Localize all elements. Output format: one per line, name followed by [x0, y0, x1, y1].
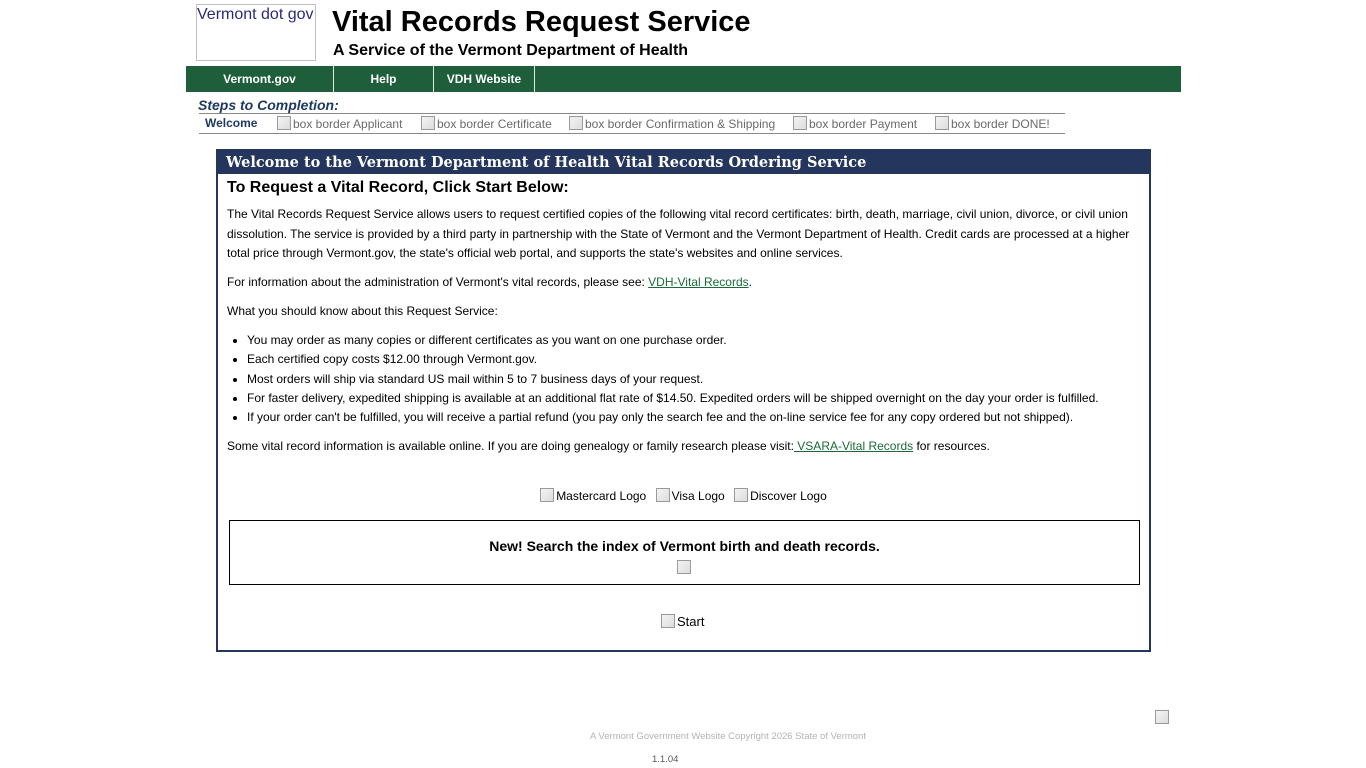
top-navigation: Vermont.gov Help VDH Website: [186, 66, 1181, 92]
admin-info-text: For information about the administration…: [227, 275, 752, 289]
version-label: 1.1.04: [652, 754, 679, 765]
page-title: Vital Records Request Service: [332, 6, 751, 38]
list-item: Most orders will ship via standard US ma…: [247, 370, 1099, 389]
broken-image-icon: [734, 488, 749, 502]
page-subtitle: A Service of the Vermont Department of H…: [333, 42, 689, 59]
vdh-vital-records-link[interactable]: VDH-Vital Records: [648, 275, 748, 289]
steps-progress-bar: Welcome box border Applicant box border …: [199, 113, 1065, 134]
nav-vermont-gov-link[interactable]: Vermont.gov: [186, 66, 334, 92]
nav-vdh-website-link[interactable]: VDH Website: [434, 66, 535, 92]
steps-title: Steps to Completion:: [198, 97, 339, 113]
know-heading: What you should know about this Request …: [227, 304, 498, 318]
vsara-vital-records-link[interactable]: VSARA-Vital Records: [794, 439, 913, 453]
start-button[interactable]: Start: [661, 614, 704, 629]
step-confirmation-shipping: box border Confirmation & Shipping: [569, 116, 775, 131]
visa-logo: Visa Logo: [655, 488, 725, 503]
nav-help-link[interactable]: Help: [334, 66, 434, 92]
broken-image-icon: [676, 560, 691, 574]
service-facts-list: You may order as many copies or differen…: [227, 331, 1099, 427]
broken-image-icon: [540, 488, 555, 502]
step-welcome: Welcome: [205, 116, 258, 130]
index-search-text: New! Search the index of Vermont birth a…: [489, 538, 880, 554]
box-border-icon: [277, 116, 291, 130]
broken-image-icon: [1155, 710, 1169, 724]
service-intro-text: The Vital Records Request Service allows…: [227, 207, 1130, 260]
broken-image-icon: [655, 488, 670, 502]
welcome-panel: Welcome to the Vermont Department of Hea…: [216, 149, 1151, 652]
box-border-icon: [421, 116, 435, 130]
list-item: Each certified copy costs $12.00 through…: [247, 350, 1099, 369]
list-item: For faster delivery, expedited shipping …: [247, 389, 1099, 408]
accepted-cards: Mastercard Logo Visa Logo Discover Logo: [218, 488, 1149, 503]
footer-image: [1155, 709, 1171, 727]
index-search-notice: New! Search the index of Vermont birth a…: [229, 520, 1140, 585]
vermont-gov-logo[interactable]: Vermont dot gov: [196, 4, 316, 61]
request-heading: To Request a Vital Record, Click Start B…: [227, 179, 569, 196]
step-done: box border DONE!: [935, 116, 1050, 131]
list-item: You may order as many copies or differen…: [247, 331, 1099, 350]
footer-copyright: A Vermont Government Website Copyright 2…: [589, 731, 866, 742]
welcome-panel-header: Welcome to the Vermont Department of Hea…: [218, 151, 1149, 174]
box-border-icon: [569, 116, 583, 130]
step-applicant: box border Applicant: [277, 116, 402, 131]
mastercard-logo: Mastercard Logo: [540, 488, 646, 503]
step-payment: box border Payment: [793, 116, 917, 131]
genealogy-info-text: Some vital record information is availab…: [227, 439, 990, 453]
step-certificate: box border Certificate: [421, 116, 552, 131]
index-search-image-link[interactable]: [676, 559, 693, 577]
vermont-gov-logo-alt: Vermont dot gov: [197, 6, 314, 23]
broken-image-icon: [661, 614, 675, 628]
box-border-icon: [793, 116, 807, 130]
discover-logo: Discover Logo: [734, 488, 827, 503]
box-border-icon: [935, 116, 949, 130]
list-item: If your order can't be fulfilled, you wi…: [247, 408, 1099, 427]
